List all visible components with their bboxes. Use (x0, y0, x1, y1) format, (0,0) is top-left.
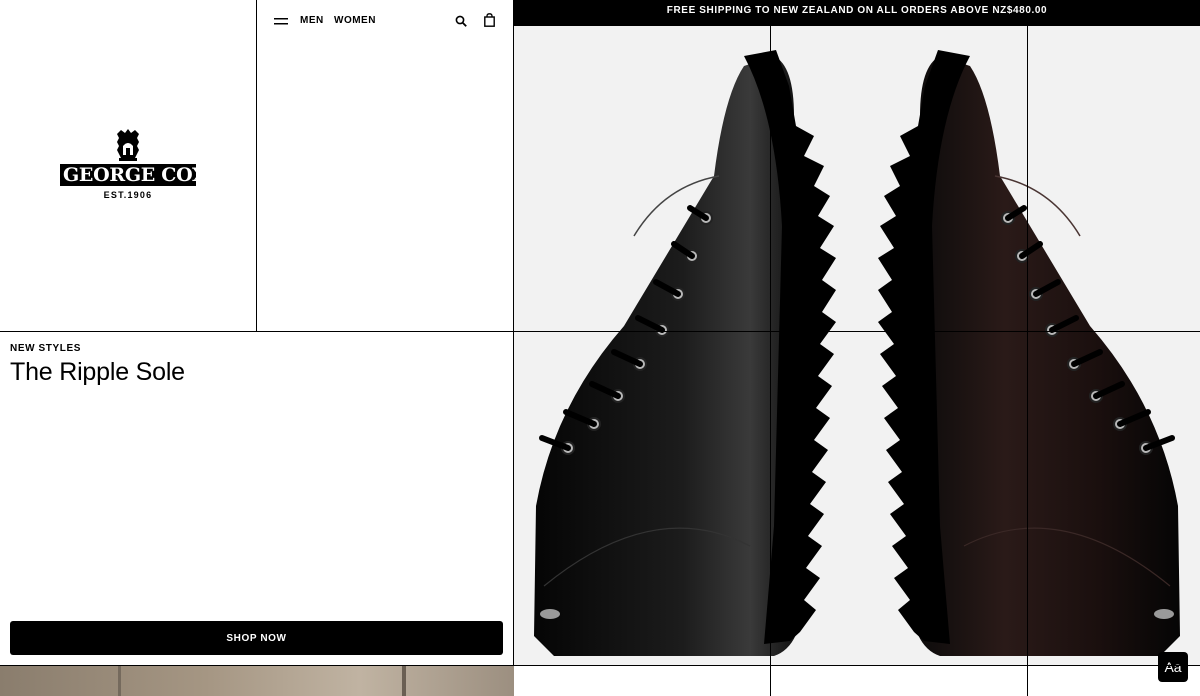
feature-headline: The Ripple Sole (10, 358, 185, 386)
nav-link-women[interactable]: WOMEN (334, 15, 376, 26)
brand-established: EST.1906 (103, 190, 153, 200)
logo-cell: GEORGE COX EST.1906 (0, 0, 257, 331)
hero-image[interactable] (514, 26, 1200, 665)
nav-link-men[interactable]: MEN (300, 15, 324, 26)
shop-now-button[interactable]: SHOP NOW (10, 621, 503, 655)
grid-line-vertical-4 (1027, 26, 1028, 696)
grid-line-horizontal-2 (0, 665, 1200, 666)
preview-detail (118, 666, 121, 696)
font-size-toggle-button[interactable]: Aa (1158, 652, 1188, 682)
preview-detail (402, 666, 406, 696)
boots-illustration (514, 26, 1200, 665)
brand-wordmark: GEORGE COX (60, 164, 207, 186)
brand-logo[interactable]: GEORGE COX EST.1906 (60, 128, 207, 200)
main-nav: MEN WOMEN (257, 0, 514, 42)
grid-line-horizontal-1 (0, 331, 1200, 332)
shipping-promo-bar: FREE SHIPPING TO NEW ZEALAND ON ALL ORDE… (514, 0, 1200, 26)
menu-icon[interactable] (274, 15, 288, 27)
feature-eyebrow: NEW STYLES (10, 343, 82, 354)
next-section-image-preview[interactable] (0, 666, 514, 696)
crest-icon (117, 129, 139, 161)
grid-line-vertical-3 (770, 26, 771, 696)
search-icon[interactable] (455, 15, 467, 27)
bag-icon[interactable] (484, 13, 495, 27)
